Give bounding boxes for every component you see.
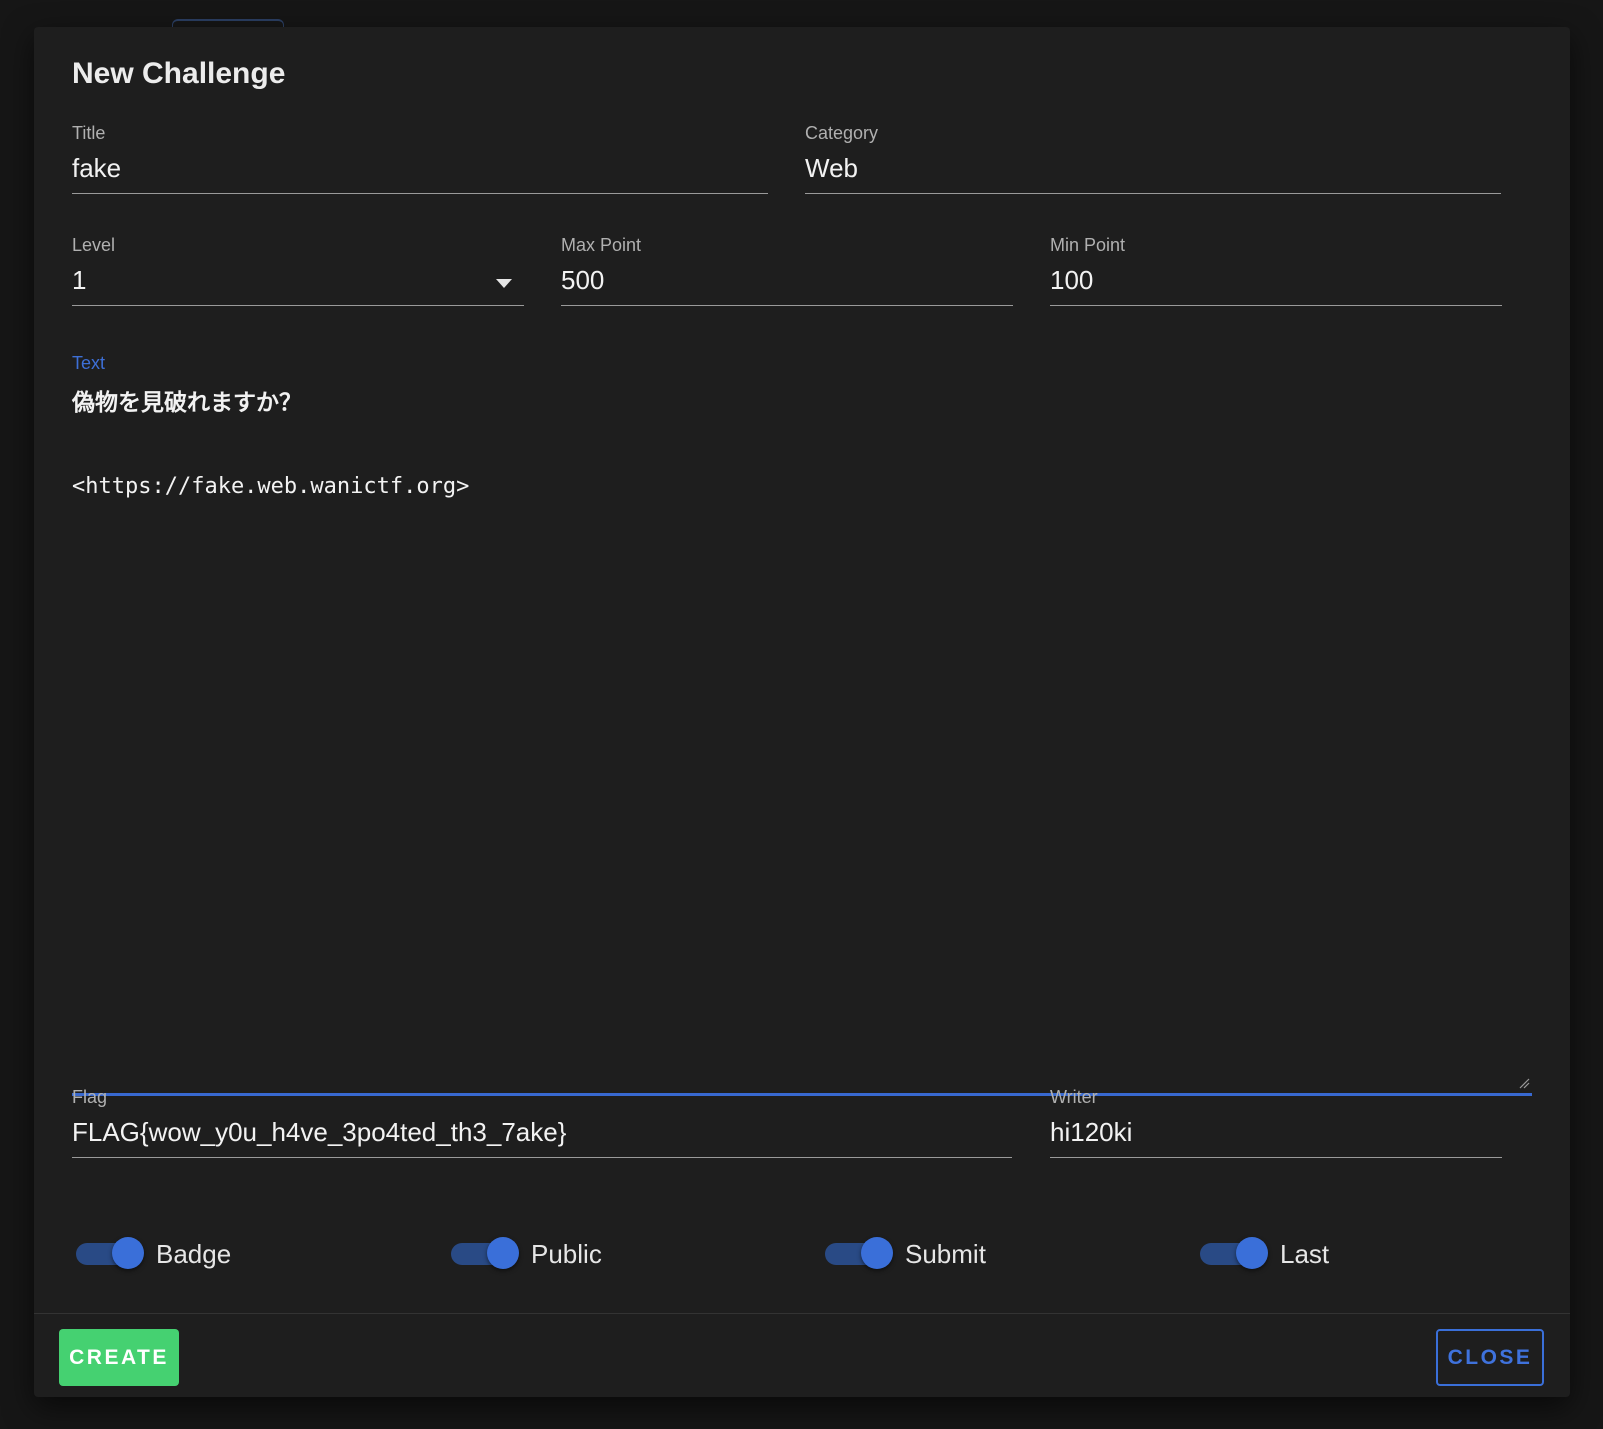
min-point-label: Min Point: [1050, 235, 1126, 255]
min-point-field[interactable]: Min Point 100: [1050, 235, 1502, 306]
title-label: Title: [72, 123, 106, 143]
text-textarea[interactable]: Text 偽物を見破れますか？ <https://fake.web.wanict…: [72, 327, 1532, 1096]
submit-switch-label[interactable]: Submit: [905, 1239, 986, 1270]
writer-field[interactable]: Writer hi120ki: [1050, 1087, 1502, 1158]
max-point-input[interactable]: 500: [561, 265, 604, 296]
submit-switch-knob[interactable]: [861, 1237, 893, 1269]
actions-divider: [34, 1313, 1570, 1314]
public-switch-label[interactable]: Public: [531, 1239, 602, 1270]
category-input[interactable]: Web: [805, 153, 858, 184]
flag-input[interactable]: FLAG{wow_y0u_h4ve_3po4ted_th3_7ake}: [72, 1117, 566, 1148]
level-value[interactable]: 1: [72, 265, 86, 296]
badge-switch[interactable]: Badge: [72, 1235, 272, 1275]
level-label: Level: [72, 235, 116, 255]
resize-handle-icon[interactable]: [1518, 1077, 1530, 1089]
min-point-input[interactable]: 100: [1050, 265, 1093, 296]
text-label: Text: [72, 353, 106, 373]
writer-label: Writer: [1050, 1087, 1098, 1107]
title-input[interactable]: fake: [72, 153, 121, 184]
dialog-title: New Challenge: [72, 57, 286, 90]
caret-down-icon[interactable]: [496, 279, 512, 288]
last-switch[interactable]: Last: [1196, 1235, 1396, 1275]
last-switch-knob[interactable]: [1236, 1237, 1268, 1269]
category-label: Category: [805, 123, 879, 143]
create-button[interactable]: CREATE: [59, 1329, 179, 1386]
submit-switch[interactable]: Submit: [821, 1235, 1021, 1275]
text-line-question[interactable]: 偽物を見破れますか？: [72, 383, 302, 417]
badge-switch-label[interactable]: Badge: [156, 1239, 231, 1270]
public-switch-knob[interactable]: [487, 1237, 519, 1269]
close-button[interactable]: CLOSE: [1436, 1329, 1544, 1386]
badge-switch-knob[interactable]: [112, 1237, 144, 1269]
max-point-label: Max Point: [561, 235, 642, 255]
flag-label: Flag: [72, 1087, 108, 1107]
max-point-field[interactable]: Max Point 500: [561, 235, 1013, 306]
flag-field[interactable]: Flag FLAG{wow_y0u_h4ve_3po4ted_th3_7ake}: [72, 1087, 1012, 1158]
public-switch[interactable]: Public: [447, 1235, 647, 1275]
category-field[interactable]: Category Web: [805, 123, 1501, 194]
last-switch-label[interactable]: Last: [1280, 1239, 1329, 1270]
title-field[interactable]: Title fake: [72, 123, 768, 194]
level-select[interactable]: Level 1: [72, 235, 524, 306]
new-challenge-dialog: New Challenge Title fake Category Web Le…: [34, 27, 1570, 1397]
text-line-url[interactable]: <https://fake.web.wanictf.org>: [72, 474, 469, 499]
writer-input[interactable]: hi120ki: [1050, 1117, 1132, 1148]
